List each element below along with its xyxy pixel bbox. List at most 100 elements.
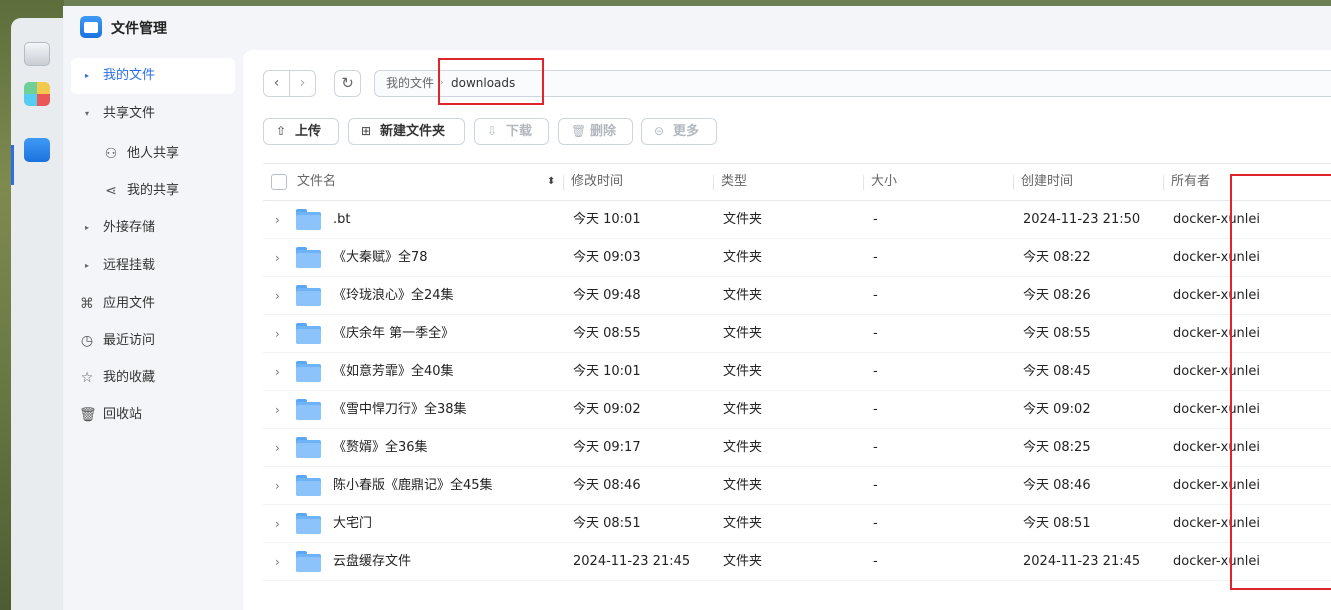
sort-icon[interactable]: ⬍	[547, 164, 555, 200]
new-folder-button[interactable]: ⊞ 新建文件夹	[348, 118, 465, 145]
table-row[interactable]: › 《玲珑浪心》全24集 今天 09:48 文件夹 - 今天 08:26 docker-xu…	[263, 277, 1331, 315]
cell-created: 今天 08:22	[1023, 250, 1091, 265]
file-manager-dock-icon[interactable]	[24, 138, 50, 162]
expand-chevron-icon[interactable]: ›	[275, 239, 280, 277]
cell-name: .bt	[333, 212, 351, 227]
forward-button[interactable]: ›	[289, 70, 316, 97]
caret-right-icon: ▸	[85, 71, 90, 80]
expand-chevron-icon[interactable]: ›	[275, 429, 280, 467]
cell-name: 《庆余年 第一季全》	[333, 326, 455, 341]
sidebar-item-recent[interactable]: ◷ 最近访问	[71, 323, 235, 359]
column-header-owner[interactable]: 所有者	[1171, 164, 1210, 200]
more-button[interactable]: ⊝ 更多	[641, 118, 717, 145]
table-header: 文件名 ⬍ 修改时间 类型 大小 创建时间 所有者	[263, 163, 1331, 201]
expand-chevron-icon[interactable]: ›	[275, 543, 280, 581]
sidebar-item-my-shares[interactable]: ⋖ 我的共享	[71, 173, 235, 209]
cell-type: 文件夹	[723, 326, 763, 341]
cell-type: 文件夹	[723, 288, 763, 303]
cell-type: 文件夹	[723, 402, 763, 417]
new-folder-icon: ⊞	[361, 124, 372, 138]
table-row[interactable]: › .bt 今天 10:01 文件夹 -2024-11-23 21:50 docker-x…	[263, 201, 1331, 239]
cell-created: 今天 08:55	[1023, 326, 1091, 341]
expand-chevron-icon[interactable]: ›	[275, 277, 280, 315]
download-button[interactable]: ⇩ 下载	[474, 118, 549, 145]
sidebar-item-trash[interactable]: 🗑 回收站	[71, 397, 235, 433]
cell-type: 文件夹	[723, 478, 763, 493]
cell-created: 今天 09:02	[1023, 402, 1091, 417]
column-divider	[713, 175, 714, 190]
table-row[interactable]: › 大宅门 今天 08:51 文件夹 - 今天 08:51 docker-xunlei	[263, 505, 1331, 543]
back-button[interactable]: ‹	[263, 70, 290, 97]
cell-modified: 今天 09:03	[573, 250, 641, 265]
column-header-created[interactable]: 创建时间	[1021, 164, 1073, 200]
table-row[interactable]: › 《雪中悍刀行》全38集 今天 09:02 文件夹 - 今天 09:02 docker-x…	[263, 391, 1331, 429]
trash-icon: 🗑	[79, 407, 97, 423]
cell-modified: 今天 08:46	[573, 478, 641, 493]
highlight-box-owner	[1230, 174, 1331, 590]
share-icon: ⋖	[105, 183, 117, 199]
sidebar-item-shared-by-others[interactable]: ⚇ 他人共享	[71, 136, 235, 172]
column-header-modified[interactable]: 修改时间	[571, 164, 623, 200]
folder-icon	[296, 475, 321, 496]
main-panel: ‹ › ↻ 我的文件 › downloads ⇧ 上传 ⊞ 新建文件夹 ⇩ 下载…	[243, 50, 1331, 610]
delete-button[interactable]: 🗑 删除	[558, 118, 633, 145]
column-header-size[interactable]: 大小	[871, 164, 897, 200]
folder-icon	[296, 399, 321, 420]
table-row[interactable]: › 《如意芳霏》全40集 今天 10:01 文件夹 - 今天 08:45 docker-xu…	[263, 353, 1331, 391]
sidebar-item-my-files[interactable]: ▸ 我的文件	[71, 58, 235, 94]
file-manager-window: 文件管理 ▸ 我的文件 ▾ 共享文件 ⚇ 他人共享 ⋖ 我的共享 ▸ 外接存储 …	[63, 6, 1331, 610]
cell-type: 文件夹	[723, 364, 763, 379]
expand-chevron-icon[interactable]: ›	[275, 467, 280, 505]
cell-created: 2024-11-23 21:45	[1023, 554, 1141, 569]
table-row[interactable]: › 《庆余年 第一季全》 今天 08:55 文件夹 - 今天 08:55 docker-xu…	[263, 315, 1331, 353]
cell-modified: 今天 09:17	[573, 440, 641, 455]
cell-size: -	[873, 516, 878, 531]
cell-name: 《大秦赋》全78	[333, 250, 428, 265]
cell-size: -	[873, 250, 878, 265]
table-row[interactable]: › 云盘缓存文件 2024-11-23 21:45 文件夹 - 2024-11-23 21…	[263, 543, 1331, 581]
file-manager-logo-icon	[80, 16, 102, 38]
app-center-icon[interactable]	[24, 82, 50, 106]
command-icon: ⌘	[80, 296, 94, 312]
sidebar-item-label: 共享文件	[103, 106, 156, 121]
monitor-icon[interactable]	[24, 42, 50, 66]
cell-created: 今天 08:25	[1023, 440, 1091, 455]
sidebar-item-shared-files[interactable]: ▾ 共享文件	[71, 96, 235, 132]
dock	[11, 18, 63, 610]
expand-chevron-icon[interactable]: ›	[275, 315, 280, 353]
expand-chevron-icon[interactable]: ›	[275, 201, 280, 239]
folder-icon	[296, 361, 321, 382]
select-all-checkbox[interactable]	[271, 174, 287, 190]
column-header-name[interactable]: 文件名	[297, 164, 336, 200]
cell-size: -	[873, 402, 878, 417]
sidebar-item-label: 外接存储	[103, 220, 156, 235]
column-header-type[interactable]: 类型	[721, 164, 747, 200]
table-row[interactable]: › 《赘婿》全36集 今天 09:17 文件夹 - 今天 08:25 docker-xunl…	[263, 429, 1331, 467]
sidebar-item-favorites[interactable]: ☆ 我的收藏	[71, 360, 235, 396]
table-row[interactable]: › 《大秦赋》全78 今天 09:03 文件夹 - 今天 08:22 docker-xunl…	[263, 239, 1331, 277]
sidebar-item-external-storage[interactable]: ▸ 外接存储	[71, 210, 235, 246]
cell-created: 2024-11-23 21:50	[1023, 212, 1141, 227]
column-divider	[1013, 175, 1014, 190]
refresh-button[interactable]: ↻	[334, 70, 361, 97]
upload-button[interactable]: ⇧ 上传	[263, 118, 339, 145]
expand-chevron-icon[interactable]: ›	[275, 353, 280, 391]
cell-name: 《玲珑浪心》全24集	[333, 288, 454, 303]
cell-size: -	[873, 478, 878, 493]
sidebar-item-remote-mount[interactable]: ▸ 远程挂载	[71, 248, 235, 284]
cell-created: 今天 08:51	[1023, 516, 1091, 531]
folder-icon	[296, 285, 321, 306]
expand-chevron-icon[interactable]: ›	[275, 505, 280, 543]
new-folder-label: 新建文件夹	[380, 124, 446, 139]
breadcrumb-root[interactable]: 我的文件	[386, 71, 434, 96]
cell-created: 今天 08:26	[1023, 288, 1091, 303]
delete-label: 删除	[590, 124, 617, 139]
sidebar-item-app-files[interactable]: ⌘ 应用文件	[71, 286, 235, 322]
cell-type: 文件夹	[723, 250, 763, 265]
sidebar-item-label: 远程挂载	[103, 258, 156, 273]
file-table: 文件名 ⬍ 修改时间 类型 大小 创建时间 所有者 › .bt 今天 10:01 文件…	[263, 163, 1331, 581]
trash-icon: 🗑	[571, 124, 587, 138]
expand-chevron-icon[interactable]: ›	[275, 391, 280, 429]
users-icon: ⚇	[104, 146, 118, 162]
table-row[interactable]: › 陈小春版《鹿鼎记》全45集 今天 08:46 文件夹 - 今天 08:46 docker…	[263, 467, 1331, 505]
